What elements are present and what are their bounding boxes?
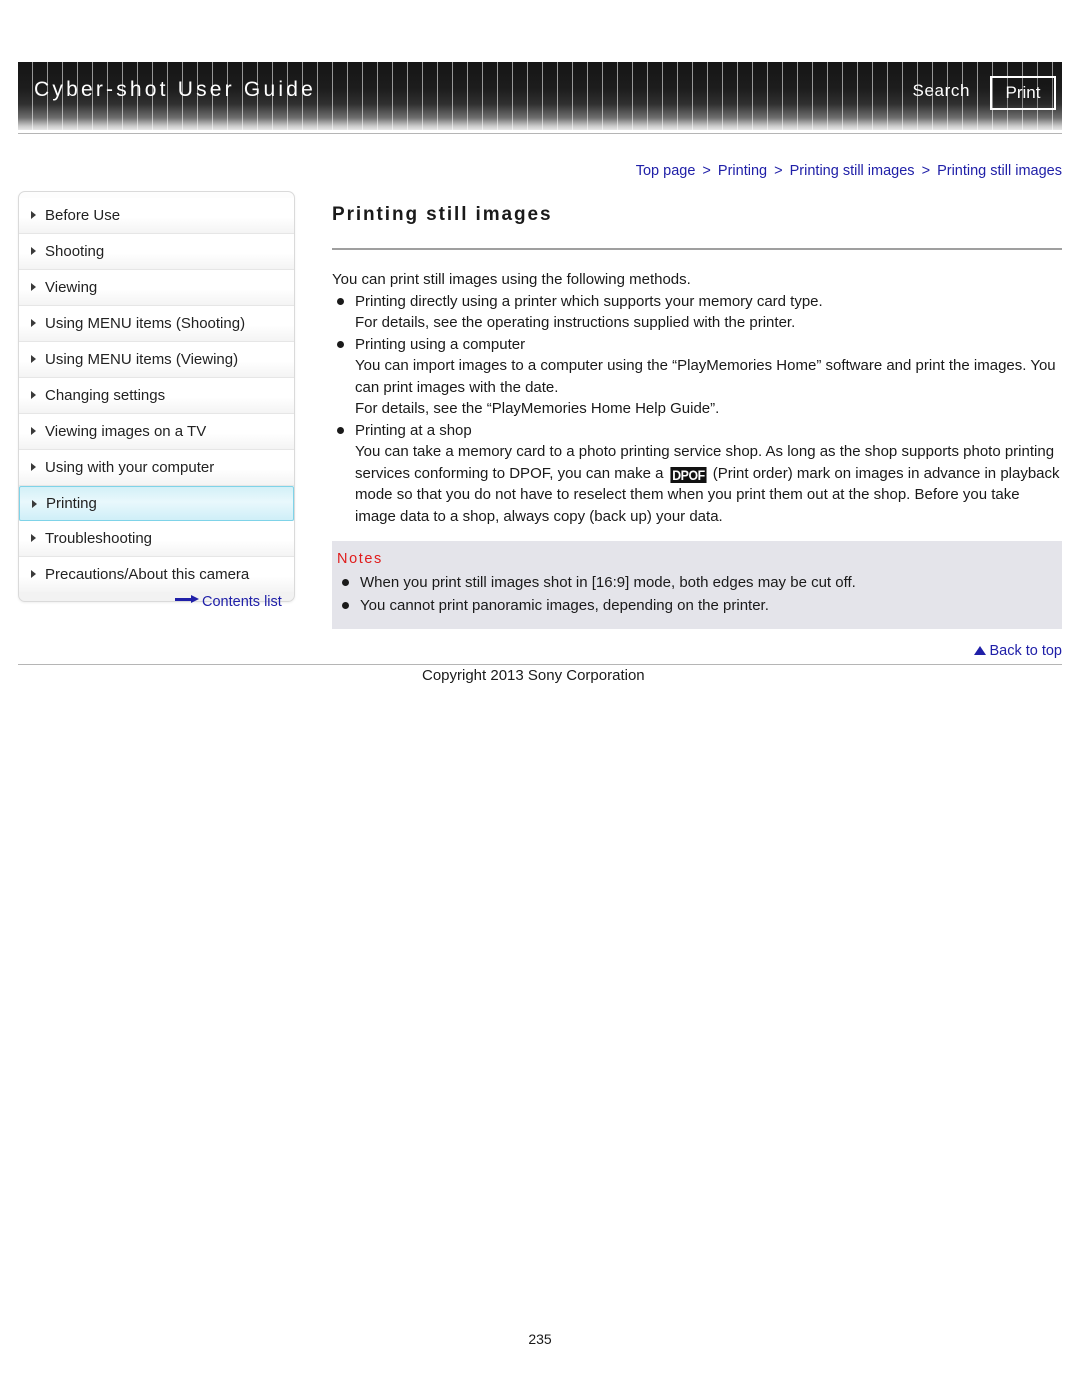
chevron-right-icon: [31, 463, 36, 471]
breadcrumb-separator: >: [774, 163, 783, 179]
sidebar-item-printing[interactable]: Printing: [19, 486, 294, 521]
site-header: Cyber-shot User Guide Search Print: [18, 62, 1062, 130]
sidebar-item-using-menu-items-viewing[interactable]: Using MENU items (Viewing): [19, 342, 294, 378]
main-content: Printing still images You can print stil…: [332, 191, 1062, 630]
triangle-up-icon: [974, 646, 987, 655]
page-number: 235: [528, 1331, 552, 1347]
sidebar-item-changing-settings[interactable]: Changing settings: [19, 378, 294, 414]
sidebar-item-label: Viewing: [45, 279, 98, 296]
chevron-right-icon: [31, 211, 36, 219]
sidebar-item-label: Troubleshooting: [45, 530, 153, 547]
sidebar-item-label: Precautions/About this camera: [45, 566, 250, 583]
chevron-right-icon: [31, 283, 36, 291]
site-title: Cyber-shot User Guide: [34, 78, 316, 101]
chevron-right-icon: [31, 319, 36, 327]
dpof-logo-icon: DPOF: [670, 466, 707, 483]
breadcrumb-separator: >: [702, 163, 711, 179]
notes-list: When you print still images shot in [16:…: [332, 571, 1062, 617]
sidebar-item-label: Viewing images on a TV: [45, 423, 207, 440]
method-detail: For details, see the operating instructi…: [355, 314, 796, 332]
breadcrumb-separator: >: [921, 163, 931, 179]
sidebar-item-label: Changing settings: [45, 387, 166, 404]
sidebar-item-label: Printing: [46, 495, 97, 512]
sidebar-item-viewing-images-on-a-tv[interactable]: Viewing images on a TV: [19, 414, 294, 450]
method-heading: Printing directly using a printer which …: [355, 292, 823, 310]
method-detail: You can import images to a computer usin…: [355, 357, 1056, 396]
back-to-top-link[interactable]: Back to top: [974, 643, 1062, 659]
bullet-icon: [337, 297, 344, 305]
breadcrumb-item-printing[interactable]: Printing: [718, 163, 767, 179]
breadcrumb-item-top-page[interactable]: Top page: [636, 163, 696, 179]
intro-paragraph: You can print still images using the fol…: [332, 271, 691, 289]
footer-divider: [18, 664, 1062, 665]
sidebar-item-troubleshooting[interactable]: Troubleshooting: [19, 521, 294, 557]
chevron-right-icon: [32, 500, 37, 508]
sidebar-item-label: Using MENU items (Shooting): [45, 315, 246, 332]
sidebar-item-using-menu-items-shooting[interactable]: Using MENU items (Shooting): [19, 306, 294, 342]
sidebar-item-precautions-about-this-camera[interactable]: Precautions/About this camera: [19, 557, 294, 592]
method-heading: Printing using a computer: [355, 335, 526, 353]
breadcrumb: Top page > Printing > Printing still ima…: [636, 163, 1062, 179]
chevron-right-icon: [31, 427, 36, 435]
note-text: When you print still images shot in [16:…: [360, 574, 856, 592]
list-item: You cannot print panoramic images, depen…: [332, 594, 1062, 617]
arrow-right-icon: [175, 595, 199, 604]
sidebar-item-viewing[interactable]: Viewing: [19, 270, 294, 306]
chevron-right-icon: [31, 570, 36, 578]
contents-list-label: Contents list: [202, 594, 282, 610]
note-text: You cannot print panoramic images, depen…: [360, 597, 769, 615]
list-item: Printing directly using a printer which …: [332, 291, 1062, 334]
sidebar-item-before-use[interactable]: Before Use: [19, 198, 294, 234]
print-button[interactable]: Print: [990, 76, 1056, 110]
chevron-right-icon: [31, 247, 36, 255]
list-item: When you print still images shot in [16:…: [332, 571, 1062, 594]
bullet-icon: [342, 579, 349, 587]
sidebar-item-label: Before Use: [45, 207, 121, 224]
chevron-right-icon: [31, 355, 36, 363]
sidebar-item-label: Shooting: [45, 243, 105, 260]
contents-list-link[interactable]: Contents list: [175, 594, 282, 610]
bullet-icon: [337, 340, 344, 348]
notes-box: Notes When you print still images shot i…: [332, 541, 1062, 630]
sidebar-item-shooting[interactable]: Shooting: [19, 234, 294, 270]
chevron-right-icon: [31, 391, 36, 399]
sidebar-navigation: Before Use Shooting Viewing Using MENU i…: [18, 191, 295, 602]
sidebar-item-using-with-your-computer[interactable]: Using with your computer: [19, 450, 294, 486]
sidebar-item-label: Using with your computer: [45, 459, 215, 476]
back-to-top-label: Back to top: [989, 643, 1062, 659]
header-divider: [18, 133, 1062, 134]
title-divider: [332, 248, 1062, 251]
breadcrumb-item-current: Printing still images: [937, 163, 1062, 179]
page-title: Printing still images: [332, 203, 553, 225]
method-detail-shop: You can take a memory card to a photo pr…: [355, 441, 1062, 527]
copyright-text: Copyright 2013 Sony Corporation: [422, 667, 645, 684]
method-detail: For details, see the “PlayMemories Home …: [355, 400, 720, 418]
list-item: Printing at a shop You can take a memory…: [332, 420, 1062, 528]
breadcrumb-item-printing-still-images[interactable]: Printing still images: [790, 163, 915, 179]
bullet-icon: [337, 426, 344, 434]
sidebar-item-label: Using MENU items (Viewing): [45, 351, 239, 368]
notes-title: Notes: [337, 551, 383, 568]
bullet-icon: [342, 602, 349, 610]
chevron-right-icon: [31, 534, 36, 542]
list-item: Printing using a computer You can import…: [332, 334, 1062, 420]
methods-list: Printing directly using a printer which …: [332, 291, 1062, 528]
method-heading: Printing at a shop: [355, 421, 472, 439]
search-link[interactable]: Search: [913, 81, 970, 101]
